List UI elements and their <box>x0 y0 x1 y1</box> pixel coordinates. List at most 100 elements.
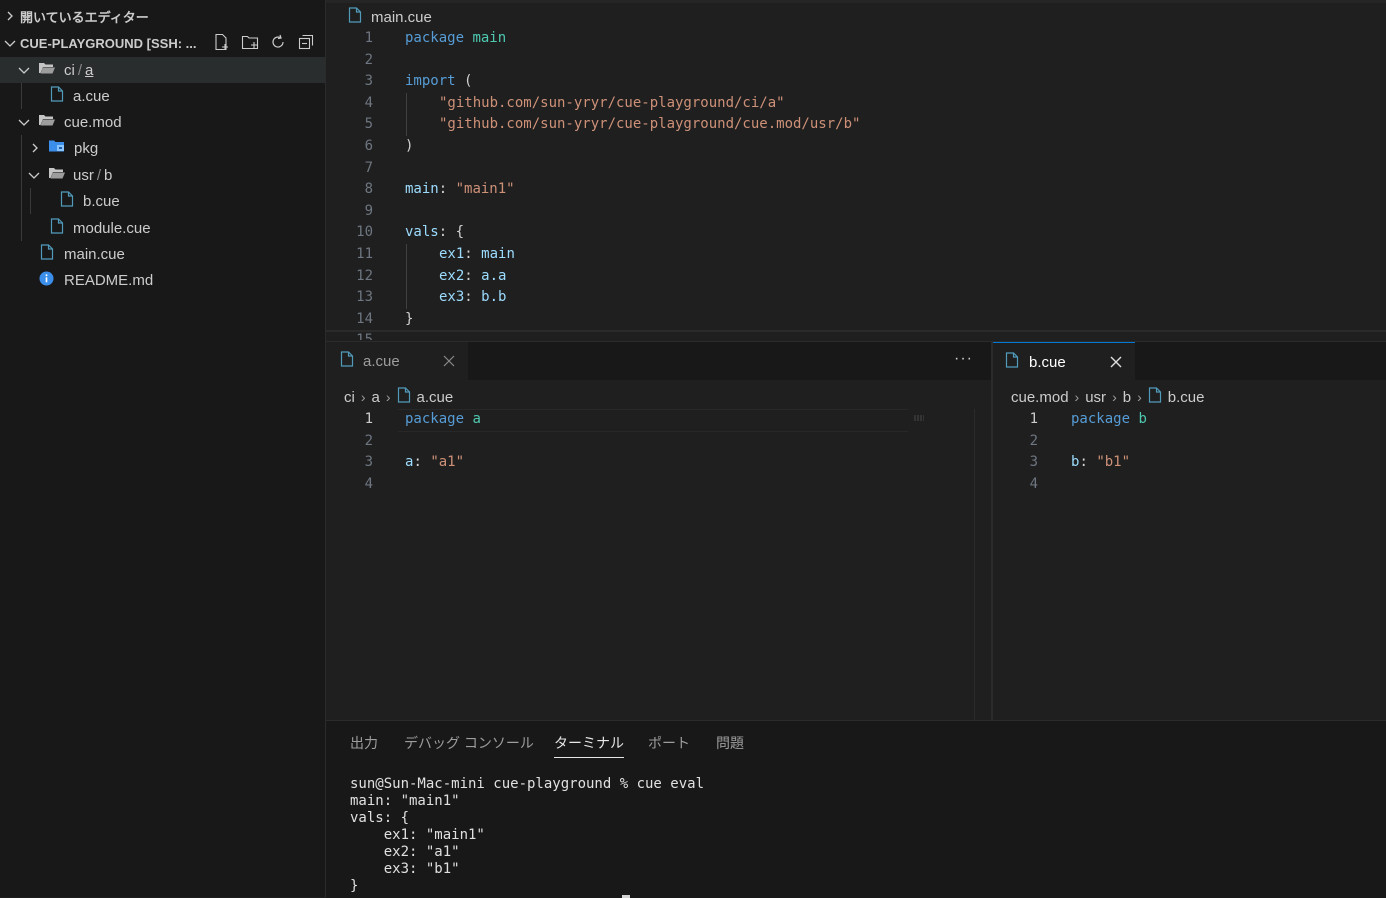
tree-item-readme[interactable]: README.md <box>0 267 325 293</box>
chevron-right-icon: › <box>1112 389 1117 405</box>
tree-item-label: a <box>85 61 94 79</box>
tree-item-label: b <box>104 166 113 184</box>
chevron-right-icon <box>27 140 43 156</box>
tree-item-a-cue[interactable]: a.cue <box>0 83 325 109</box>
close-icon[interactable] <box>1109 355 1123 373</box>
editor-divider <box>326 330 1386 332</box>
code-line: b: "b1" <box>1071 452 1130 473</box>
file-icon <box>1005 352 1019 372</box>
path-separator: / <box>77 61 83 79</box>
code-string: "github.com/sun-yryr/cue-playground/cue.… <box>439 116 861 132</box>
code-lens-icon[interactable] <box>914 408 924 424</box>
breadcrumb-item[interactable]: ci <box>344 389 355 406</box>
file-icon <box>340 351 354 371</box>
terminal-line: ex1: "main1" <box>350 827 485 843</box>
minimap-border <box>974 409 975 720</box>
file-icon <box>50 218 64 238</box>
editor-main-cue[interactable]: main.cue 1 2 3 4 5 6 7 8 9 10 11 12 13 1… <box>326 0 1386 340</box>
tab-b-cue[interactable]: b.cue <box>993 342 1135 381</box>
code-property: ex2 <box>439 268 465 284</box>
code-property: ex3 <box>439 289 465 305</box>
panel-tab-debug-console[interactable]: デバッグ コンソール <box>404 733 534 757</box>
code-punctuation: : <box>413 454 422 470</box>
line-number: 4 <box>364 476 373 492</box>
breadcrumb-item[interactable]: cue.mod <box>1011 389 1069 406</box>
code-line: package a <box>405 409 481 430</box>
tree-item-label: README.md <box>64 271 154 289</box>
tab-a-cue[interactable]: a.cue <box>326 342 468 380</box>
breadcrumb-item[interactable]: a.cue <box>417 389 454 406</box>
chevron-down-icon <box>26 167 42 183</box>
code-identifier: b <box>1138 411 1147 427</box>
chevron-right-icon: › <box>360 389 366 405</box>
panel-tab-terminal[interactable]: ターミナル <box>554 733 624 758</box>
file-icon <box>348 7 362 27</box>
new-file-icon[interactable] <box>211 31 233 53</box>
file-icon <box>1148 387 1162 407</box>
chevron-down-icon <box>16 62 32 78</box>
new-folder-icon[interactable] <box>239 31 261 53</box>
folder-open-icon <box>38 112 56 132</box>
code-keyword: package <box>405 30 465 46</box>
panel-tab-problems[interactable]: 問題 <box>716 733 744 757</box>
code-punctuation: : <box>438 181 448 197</box>
line-number: 10 <box>356 224 373 240</box>
code-line: package main <box>405 28 506 49</box>
tab-label: a.cue <box>363 352 400 370</box>
code-line: ex2: a.a <box>439 266 506 287</box>
editor-b-cue[interactable]: b.cue cue.mod › usr › b › b.cue 1 2 3 4 … <box>993 341 1386 720</box>
code-punctuation: } <box>405 311 414 327</box>
refresh-icon[interactable] <box>267 31 289 53</box>
collapse-all-icon[interactable] <box>295 31 317 53</box>
tree-item-b-cue[interactable]: b.cue <box>0 188 325 214</box>
code-line: main: "main1" <box>405 179 515 200</box>
tree-item-usr-b[interactable]: usr / b <box>0 162 325 188</box>
code-punctuation: : <box>464 268 473 284</box>
close-icon[interactable] <box>442 354 456 372</box>
code-line: ex1: main <box>439 244 515 265</box>
workspace-header[interactable]: CUE-PLAYGROUND [SSH: ... <box>0 31 325 55</box>
breadcrumb-item[interactable]: b <box>1123 389 1131 406</box>
breadcrumb-item[interactable]: b.cue <box>1168 389 1205 406</box>
tree-item-main-cue[interactable]: main.cue <box>0 241 325 267</box>
line-number: 6 <box>364 138 373 154</box>
panel-tab-output[interactable]: 出力 <box>350 733 378 757</box>
indent-guide <box>406 244 407 309</box>
tree-item-label: ci <box>64 61 75 79</box>
tree-item-label: a.cue <box>73 87 110 105</box>
tab-label: b.cue <box>1029 353 1066 371</box>
code-keyword: package <box>1071 411 1131 427</box>
package-folder-icon <box>48 138 66 158</box>
open-editors-header[interactable]: 開いているエディター <box>0 4 325 28</box>
line-number: 7 <box>364 160 373 176</box>
code-line: vals: { <box>405 222 464 243</box>
code-string: "a1" <box>430 454 465 470</box>
terminal-line: } <box>350 878 359 894</box>
tab-main-cue[interactable]: main.cue <box>348 6 432 28</box>
line-number: 3 <box>364 454 373 470</box>
folder-open-icon <box>38 60 56 80</box>
code-line: } <box>405 309 413 330</box>
breadcrumb-item[interactable]: usr <box>1085 389 1106 406</box>
tree-item-module-cue[interactable]: module.cue <box>0 215 325 241</box>
terminal-line: ex3: "b1" <box>350 861 460 877</box>
line-number: 14 <box>356 311 373 327</box>
breadcrumb-item[interactable]: a <box>372 389 380 406</box>
line-number: 2 <box>364 433 373 449</box>
editor-a-cue[interactable]: a.cue ··· ci › a › a.cue 1 2 3 4 package… <box>326 341 991 720</box>
tree-item-pkg[interactable]: pkg <box>0 135 325 161</box>
terminal-line: ex2: "a1" <box>350 844 460 860</box>
terminal-line: vals: { <box>350 810 410 826</box>
chevron-down-icon <box>2 35 18 51</box>
tree-item-cue-mod[interactable]: cue.mod <box>0 109 325 135</box>
code-punctuation: : <box>464 289 473 305</box>
code-punctuation: : <box>464 246 473 262</box>
line-number: 1 <box>364 411 373 427</box>
bottom-panel: 出力 デバッグ コンソール ターミナル ポート 問題 sun@Sun-Mac-m… <box>326 720 1386 898</box>
line-number: 2 <box>364 52 373 68</box>
tree-item-ci-a[interactable]: ci / a <box>0 57 325 83</box>
more-actions-icon[interactable]: ··· <box>954 350 973 368</box>
panel-tab-ports[interactable]: ポート <box>648 733 690 757</box>
line-number: 12 <box>356 268 373 284</box>
chevron-right-icon <box>2 8 18 24</box>
